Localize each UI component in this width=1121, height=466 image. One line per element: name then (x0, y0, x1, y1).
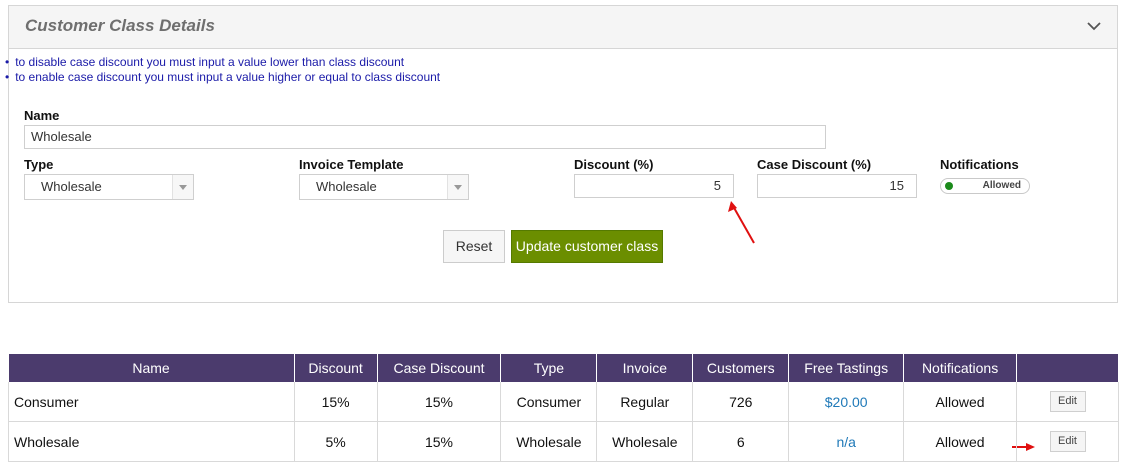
chevron-down-icon[interactable] (1087, 19, 1101, 33)
notifications-toggle[interactable]: Allowed (940, 178, 1030, 194)
update-customer-class-button[interactable]: Update customer class (511, 230, 663, 263)
invoice-template-select-value: Wholesale (316, 179, 377, 194)
dropdown-arrow-icon (447, 175, 468, 199)
case-discount-input[interactable]: 15 (757, 174, 917, 198)
column-header (1016, 354, 1119, 382)
cell-action: Edit (1016, 421, 1119, 462)
cell-free-tastings-link[interactable]: n/a (788, 421, 905, 462)
cell-type: Consumer (500, 382, 598, 422)
cell-discount: 15% (294, 382, 378, 422)
cell-discount: 5% (294, 421, 378, 462)
cell-type: Wholesale (500, 421, 598, 462)
cell-invoice: Wholesale (596, 421, 694, 462)
table-header-row: Name Discount Case Discount Type Invoice… (8, 354, 1119, 382)
type-label: Type (24, 157, 54, 172)
reset-button[interactable]: Reset (443, 230, 505, 263)
cell-case-discount: 15% (377, 421, 502, 462)
column-header[interactable]: Type (500, 354, 598, 382)
help-notes: to disable case discount you must input … (5, 55, 440, 85)
column-header[interactable]: Free Tastings (788, 354, 905, 382)
panel-header[interactable]: Customer Class Details (9, 6, 1117, 49)
dropdown-arrow-icon (172, 175, 193, 199)
cell-notifications: Allowed (903, 382, 1018, 422)
panel-title: Customer Class Details (25, 16, 215, 35)
cell-name: Wholesale (8, 421, 295, 462)
case-discount-label: Case Discount (%) (757, 157, 872, 172)
invoice-template-label: Invoice Template (299, 157, 404, 172)
type-select-value: Wholesale (41, 179, 102, 194)
cell-name: Consumer (8, 382, 295, 422)
table-row: Wholesale 5% 15% Wholesale Wholesale 6 n… (8, 421, 1119, 462)
column-header[interactable]: Customers (692, 354, 790, 382)
name-input[interactable]: Wholesale (24, 125, 826, 149)
discount-input[interactable]: 5 (574, 174, 734, 198)
help-note: to disable case discount you must input … (5, 55, 440, 70)
status-dot-icon (945, 182, 953, 190)
notifications-toggle-label: Allowed (982, 180, 1021, 191)
cell-customers: 6 (692, 421, 790, 462)
cell-invoice: Regular (596, 382, 694, 422)
column-header[interactable]: Case Discount (377, 354, 502, 382)
cell-free-tastings-link[interactable]: $20.00 (788, 382, 905, 422)
discount-label: Discount (%) (574, 157, 654, 172)
column-header[interactable]: Name (8, 354, 295, 382)
customer-classes-table: Name Discount Case Discount Type Invoice… (8, 354, 1119, 462)
cell-action: Edit (1016, 382, 1119, 422)
cell-customers: 726 (692, 382, 790, 422)
cell-case-discount: 15% (377, 382, 502, 422)
help-note: to enable case discount you must input a… (5, 70, 440, 85)
column-header[interactable]: Discount (294, 354, 378, 382)
column-header[interactable]: Invoice (596, 354, 694, 382)
column-header[interactable]: Notifications (903, 354, 1018, 382)
type-select[interactable]: Wholesale (24, 174, 194, 200)
edit-button[interactable]: Edit (1049, 431, 1086, 452)
edit-button[interactable]: Edit (1049, 391, 1086, 412)
invoice-template-select[interactable]: Wholesale (299, 174, 469, 200)
table-row: Consumer 15% 15% Consumer Regular 726 $2… (8, 382, 1119, 422)
name-label: Name (24, 108, 60, 123)
notifications-label: Notifications (940, 157, 1019, 172)
cell-notifications: Allowed (903, 421, 1018, 462)
